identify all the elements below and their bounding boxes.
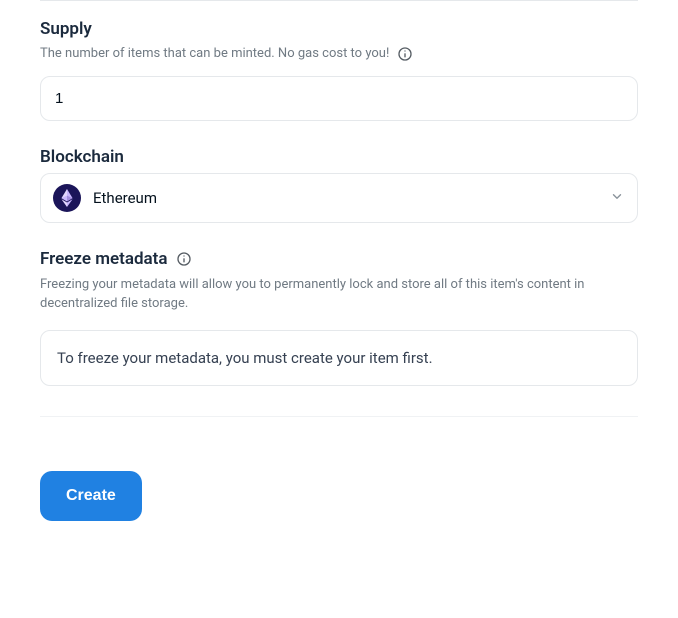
info-icon[interactable]: [397, 46, 413, 62]
blockchain-label: Blockchain: [40, 147, 638, 167]
ethereum-icon: [53, 184, 81, 212]
supply-helper-text: The number of items that can be minted. …: [40, 45, 389, 64]
supply-helper-row: The number of items that can be minted. …: [40, 45, 638, 64]
freeze-section: Freeze metadata Freezing your metadata w…: [40, 249, 638, 386]
divider-bottom: [40, 416, 638, 417]
create-button[interactable]: Create: [40, 471, 142, 521]
supply-input[interactable]: [40, 76, 638, 121]
blockchain-select[interactable]: Ethereum: [40, 173, 638, 223]
supply-section: Supply The number of items that can be m…: [40, 19, 638, 121]
blockchain-value: Ethereum: [93, 189, 157, 207]
freeze-helper-text: Freezing your metadata will allow you to…: [40, 275, 638, 314]
info-icon[interactable]: [176, 251, 192, 267]
freeze-label: Freeze metadata: [40, 249, 168, 269]
divider-top: [40, 0, 638, 1]
freeze-label-row: Freeze metadata: [40, 249, 638, 269]
freeze-notice: To freeze your metadata, you must create…: [40, 330, 638, 386]
blockchain-section: Blockchain Ethereum: [40, 147, 638, 223]
supply-label: Supply: [40, 19, 638, 39]
blockchain-select-wrap: Ethereum: [40, 173, 638, 223]
